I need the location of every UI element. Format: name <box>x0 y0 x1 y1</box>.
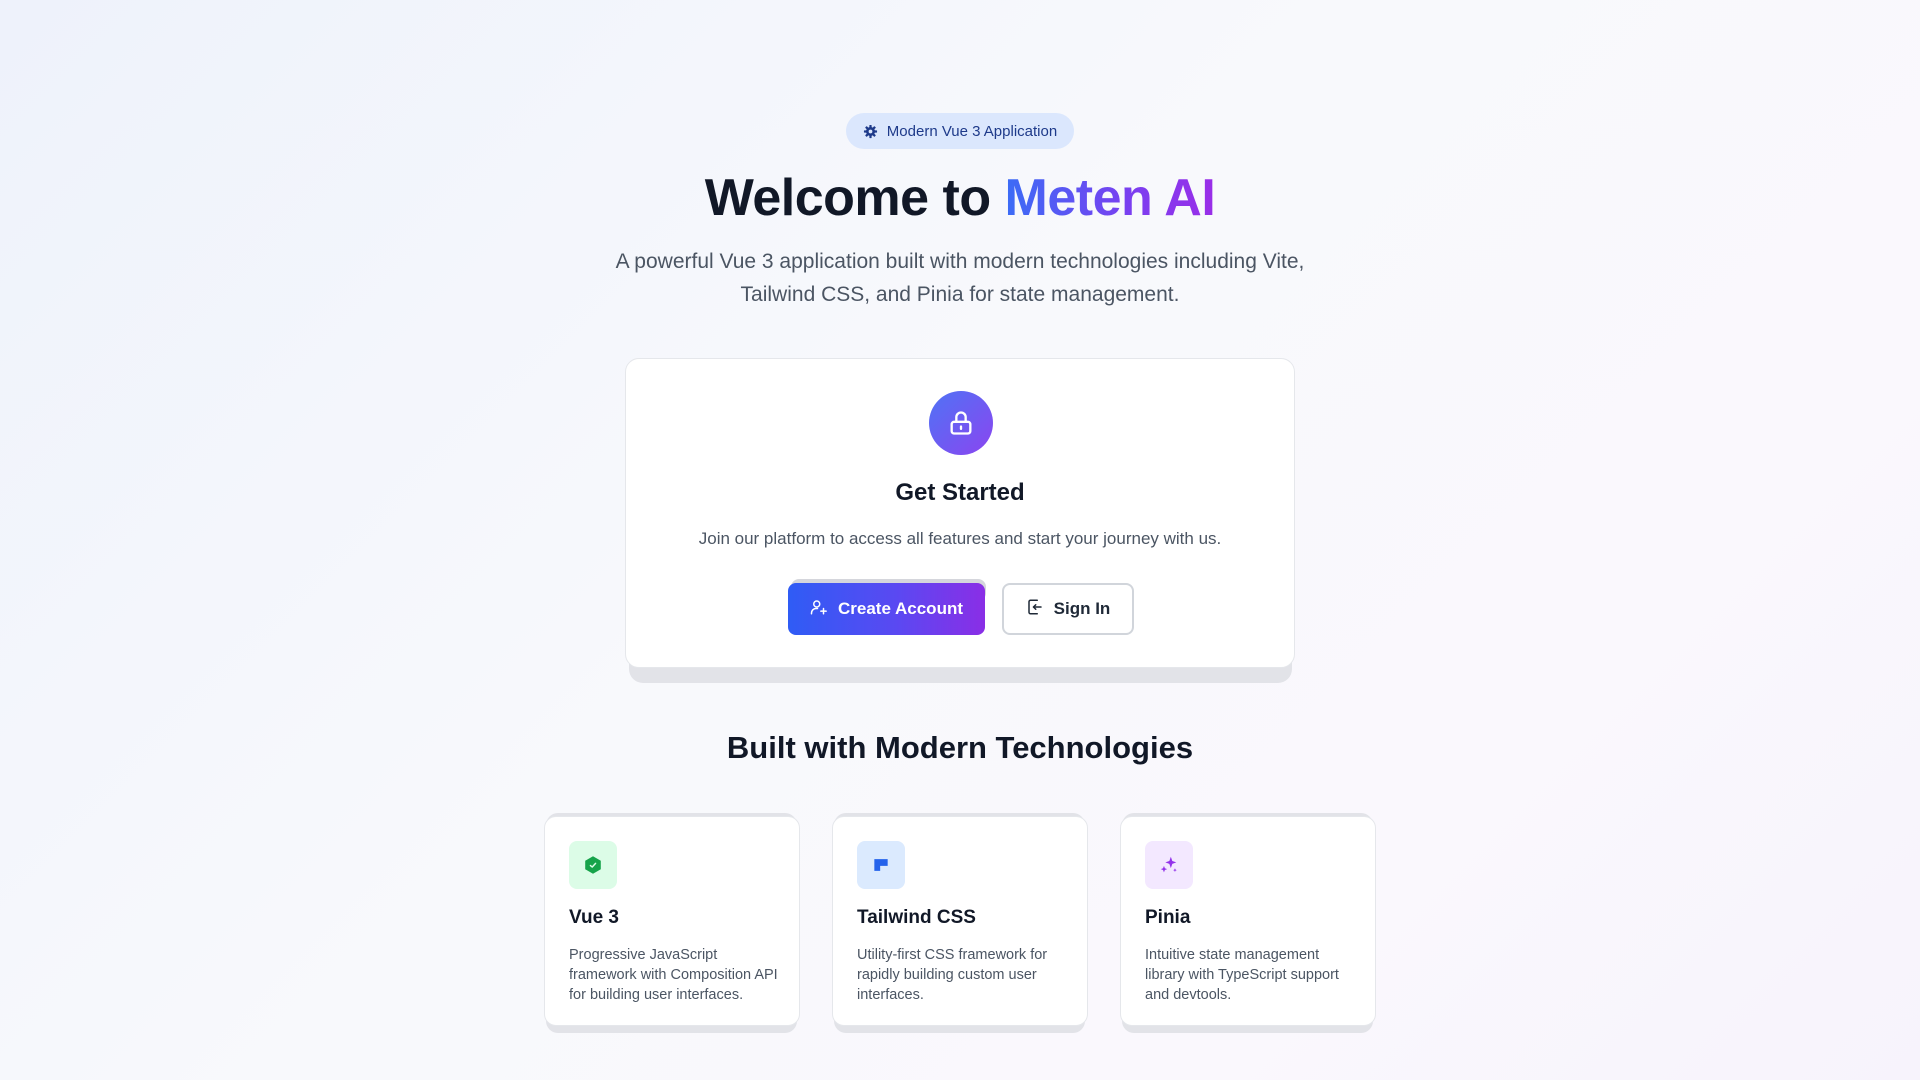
app-badge: Modern Vue 3 Application <box>846 113 1074 149</box>
feature-description: Intuitive state management library with … <box>1145 947 1339 1003</box>
feature-description: Utility-first CSS framework for rapidly … <box>857 947 1048 1003</box>
hero-subtitle: A powerful Vue 3 application built with … <box>615 250 1305 306</box>
feature-title: Pinia <box>1145 907 1191 928</box>
get-started-title: Get Started <box>895 479 1025 506</box>
feature-card-pinia: Pinia Intuitive state management library… <box>1120 816 1376 1026</box>
sign-in-icon <box>1026 598 1044 621</box>
gear-icon <box>863 124 878 139</box>
technologies-title: Built with Modern Technologies <box>726 730 1194 765</box>
vue-icon <box>569 841 617 889</box>
feature-description: Progressive JavaScript framework with Co… <box>569 947 778 1003</box>
create-account-button[interactable]: Create Account <box>788 583 985 635</box>
create-account-label: Create Account <box>837 599 963 618</box>
landing-page: Modern Vue 3 Application Welcome to Mete… <box>0 0 1920 1080</box>
feature-title: Vue 3 <box>569 907 619 928</box>
sign-in-label: Sign In <box>1053 599 1111 618</box>
sparkles-icon <box>1145 841 1193 889</box>
get-started-description: Join our platform to access all features… <box>698 529 1222 548</box>
badge-label: Modern Vue 3 Application <box>886 122 1058 140</box>
feature-card-tailwind: Tailwind CSS Utility-first CSS framework… <box>832 816 1088 1026</box>
hero-title-prefix: Welcome to <box>704 169 1005 227</box>
lock-icon <box>929 391 993 455</box>
user-plus-icon <box>810 598 828 621</box>
tailwind-icon <box>857 841 905 889</box>
sign-in-button[interactable]: Sign In <box>1002 583 1134 635</box>
feature-title: Tailwind CSS <box>857 907 976 928</box>
feature-card-vue: Vue 3 Progressive JavaScript framework w… <box>544 816 800 1026</box>
hero-title: Welcome to Meten AI <box>0 163 1920 233</box>
get-started-card: Get Started Join our platform to access … <box>625 358 1295 668</box>
hero-title-brand: Meten AI <box>1004 169 1216 227</box>
